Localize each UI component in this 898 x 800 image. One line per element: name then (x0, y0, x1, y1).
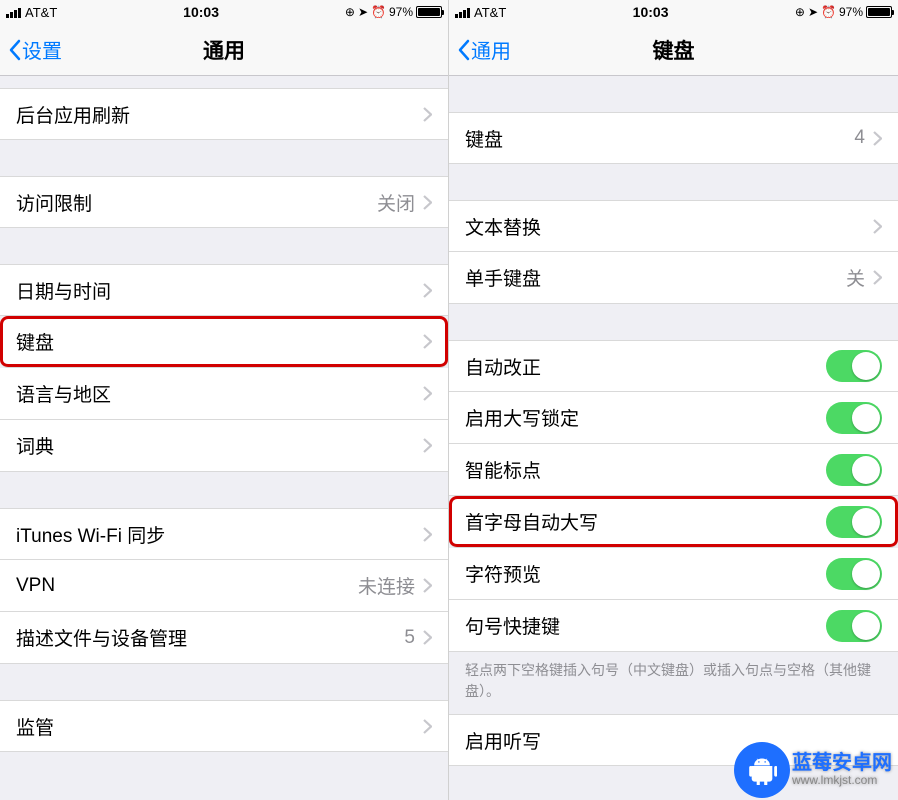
chevron-right-icon (873, 270, 882, 285)
row-text-replace[interactable]: 文本替换 (449, 200, 898, 252)
chevron-left-icon (457, 39, 471, 61)
row-date-time[interactable]: 日期与时间 (0, 264, 448, 316)
row-supervision[interactable]: 监管 (0, 700, 448, 752)
orientation-lock-icon: ⊕ (345, 5, 355, 19)
toggle-switch[interactable] (826, 350, 882, 382)
row-restrictions[interactable]: 访问限制 关闭 (0, 176, 448, 228)
carrier-label: AT&T (474, 5, 506, 20)
row-keyboards[interactable]: 键盘 4 (449, 112, 898, 164)
row-label: 文本替换 (465, 213, 873, 240)
row-label: 词典 (16, 432, 423, 459)
row-label: 监管 (16, 713, 423, 740)
toggle-switch[interactable] (826, 454, 882, 486)
row-label: 启用大写锁定 (465, 404, 826, 431)
watermark: 蓝莓安卓网 www.lmkjst.com (738, 746, 892, 794)
row-vpn[interactable]: VPN 未连接 (0, 560, 448, 612)
row-bg-refresh[interactable]: 后台应用刷新 (0, 88, 448, 140)
phone-left: AT&T 10:03 ⊕ ➤ ⏰ 97% 设置 通用 后台应用刷新 (0, 0, 449, 800)
row-label: 键盘 (465, 125, 854, 152)
row-label: 自动改正 (465, 353, 826, 380)
toggle-switch[interactable] (826, 610, 882, 642)
row-value: 关闭 (377, 189, 415, 216)
alarm-icon: ⏰ (371, 5, 386, 19)
phone-right: AT&T 10:03 ⊕ ➤ ⏰ 97% 通用 键盘 键盘 4 (449, 0, 898, 800)
row-label: 后台应用刷新 (16, 101, 423, 128)
row-keyboard[interactable]: 键盘 (0, 316, 448, 368)
carrier-label: AT&T (25, 5, 57, 20)
status-time: 10:03 (633, 4, 669, 20)
status-bar: AT&T 10:03 ⊕ ➤ ⏰ 97% (449, 0, 898, 24)
orientation-lock-icon: ⊕ (795, 5, 805, 19)
watermark-url: www.lmkjst.com (792, 774, 892, 787)
row-profiles[interactable]: 描述文件与设备管理 5 (0, 612, 448, 664)
row-one-hand[interactable]: 单手键盘 关 (449, 252, 898, 304)
chevron-left-icon (8, 39, 22, 61)
battery-icon (416, 6, 442, 18)
alarm-icon: ⏰ (821, 5, 836, 19)
signal-icon (6, 7, 21, 18)
row-caps-lock[interactable]: 启用大写锁定 (449, 392, 898, 444)
signal-icon (455, 7, 470, 18)
row-label: 日期与时间 (16, 277, 423, 304)
row-label: 键盘 (16, 328, 423, 355)
back-label: 通用 (471, 35, 511, 64)
row-char-preview[interactable]: 字符预览 (449, 548, 898, 600)
chevron-right-icon (423, 438, 432, 453)
chevron-right-icon (873, 219, 882, 234)
row-label: 首字母自动大写 (465, 508, 826, 535)
chevron-right-icon (423, 386, 432, 401)
page-title: 键盘 (449, 35, 898, 65)
status-bar: AT&T 10:03 ⊕ ➤ ⏰ 97% (0, 0, 448, 24)
location-icon: ➤ (808, 5, 818, 19)
location-icon: ➤ (358, 5, 368, 19)
row-label: 句号快捷键 (465, 612, 826, 639)
row-label: 单手键盘 (465, 264, 846, 291)
row-value: 未连接 (358, 572, 415, 599)
toggle-switch[interactable] (826, 506, 882, 538)
row-lang-region[interactable]: 语言与地区 (0, 368, 448, 420)
row-label: 访问限制 (16, 189, 377, 216)
chevron-right-icon (873, 131, 882, 146)
row-label: iTunes Wi-Fi 同步 (16, 521, 423, 548)
row-value: 关 (846, 264, 865, 291)
footer-note: 轻点两下空格键插入句号（中文键盘）或插入句点与空格（其他键盘）。 (449, 652, 898, 714)
chevron-right-icon (423, 195, 432, 210)
row-period-shortcut[interactable]: 句号快捷键 (449, 600, 898, 652)
chevron-right-icon (423, 334, 432, 349)
row-auto-correct[interactable]: 自动改正 (449, 340, 898, 392)
toggle-switch[interactable] (826, 402, 882, 434)
battery-icon (866, 6, 892, 18)
page-title: 通用 (0, 35, 448, 65)
row-dictionary[interactable]: 词典 (0, 420, 448, 472)
row-label: VPN (16, 575, 358, 597)
back-button[interactable]: 设置 (0, 35, 62, 64)
chevron-right-icon (423, 578, 432, 593)
chevron-right-icon (423, 630, 432, 645)
chevron-right-icon (423, 719, 432, 734)
row-label: 语言与地区 (16, 380, 423, 407)
row-value: 5 (404, 627, 415, 649)
toggle-switch[interactable] (826, 558, 882, 590)
row-smart-punct[interactable]: 智能标点 (449, 444, 898, 496)
nav-bar: 设置 通用 (0, 24, 448, 76)
battery-pct: 97% (389, 5, 413, 19)
status-time: 10:03 (183, 4, 219, 20)
android-icon (738, 746, 786, 794)
row-auto-caps[interactable]: 首字母自动大写 (449, 496, 898, 548)
watermark-title: 蓝莓安卓网 (792, 752, 892, 774)
nav-bar: 通用 键盘 (449, 24, 898, 76)
row-itunes-wifi[interactable]: iTunes Wi-Fi 同步 (0, 508, 448, 560)
chevron-right-icon (423, 107, 432, 122)
chevron-right-icon (423, 527, 432, 542)
row-label: 描述文件与设备管理 (16, 624, 404, 651)
row-label: 字符预览 (465, 560, 826, 587)
battery-pct: 97% (839, 5, 863, 19)
back-label: 设置 (22, 35, 62, 64)
row-label: 智能标点 (465, 456, 826, 483)
back-button[interactable]: 通用 (449, 35, 511, 64)
chevron-right-icon (423, 283, 432, 298)
row-value: 4 (854, 127, 865, 149)
